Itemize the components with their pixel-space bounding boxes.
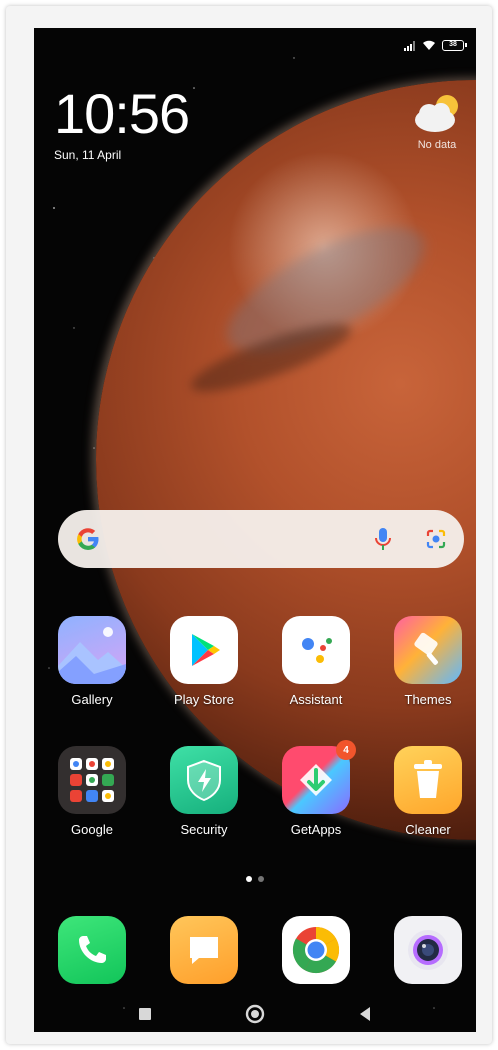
cleaner-icon xyxy=(394,746,462,814)
back-button[interactable] xyxy=(353,1002,377,1026)
weather-widget[interactable]: No data xyxy=(406,90,468,151)
google-folder-icon xyxy=(58,746,126,814)
camera-icon xyxy=(408,930,448,970)
clock-widget[interactable]: 10:56 Sun, 11 April xyxy=(54,82,190,163)
recents-icon xyxy=(139,1008,151,1020)
signal-icon xyxy=(404,40,415,51)
gallery-icon xyxy=(58,616,126,684)
clock-date: Sun, 11 April xyxy=(54,148,122,162)
app-getapps[interactable]: 4 GetApps xyxy=(264,740,368,837)
dock-messages[interactable] xyxy=(170,916,238,984)
assistant-icon xyxy=(282,616,350,684)
app-label: GetApps xyxy=(290,822,342,837)
dock-chrome[interactable] xyxy=(282,916,350,984)
dock-camera[interactable] xyxy=(394,916,462,984)
phone-icon xyxy=(79,936,106,963)
google-search-bar[interactable] xyxy=(58,510,464,568)
page-dot-active xyxy=(246,876,252,882)
app-label: Themes xyxy=(404,692,452,707)
battery-level: 38 xyxy=(449,41,457,48)
page-dot xyxy=(258,876,264,882)
partly-cloudy-icon xyxy=(415,95,458,132)
dock-phone[interactable] xyxy=(58,916,126,984)
back-icon xyxy=(360,1007,370,1021)
app-themes[interactable]: Themes xyxy=(376,616,476,707)
app-label: Play Store xyxy=(174,692,234,707)
play-store-icon xyxy=(170,616,238,684)
app-cleaner[interactable]: Cleaner xyxy=(376,746,476,837)
clock-time: 10:56 xyxy=(54,82,190,145)
weather-label: No data xyxy=(417,139,457,151)
security-icon xyxy=(170,746,238,814)
page-indicator xyxy=(246,876,264,882)
battery-icon: 38 xyxy=(442,40,467,51)
lens-icon[interactable] xyxy=(424,527,448,551)
wifi-icon xyxy=(423,40,435,50)
themes-icon xyxy=(394,616,462,684)
home-icon xyxy=(245,1004,265,1024)
app-security[interactable]: Security xyxy=(152,746,256,837)
app-label: Cleaner xyxy=(405,822,451,837)
google-g-icon xyxy=(77,528,99,550)
messages-icon xyxy=(190,937,218,964)
app-label: Google xyxy=(71,822,113,837)
home-button[interactable] xyxy=(243,1002,267,1026)
app-assistant[interactable]: Assistant xyxy=(264,616,368,707)
recents-button[interactable] xyxy=(133,1002,157,1026)
phone-screen: 38 10:56 Sun, 11 April No data Gallery P… xyxy=(34,28,476,1032)
nav-bar xyxy=(34,996,476,1032)
notification-badge: 4 xyxy=(336,740,356,760)
app-label: Gallery xyxy=(71,692,113,707)
app-label: Assistant xyxy=(289,692,343,707)
mic-icon[interactable] xyxy=(372,526,394,552)
getapps-icon-wrap: 4 xyxy=(282,740,356,814)
app-gallery[interactable]: Gallery xyxy=(40,616,144,707)
status-bar: 38 xyxy=(404,40,467,51)
app-play-store[interactable]: Play Store xyxy=(152,616,256,707)
app-google-folder[interactable]: Google xyxy=(40,746,144,837)
app-label: Security xyxy=(180,822,228,837)
chrome-icon xyxy=(292,926,340,974)
